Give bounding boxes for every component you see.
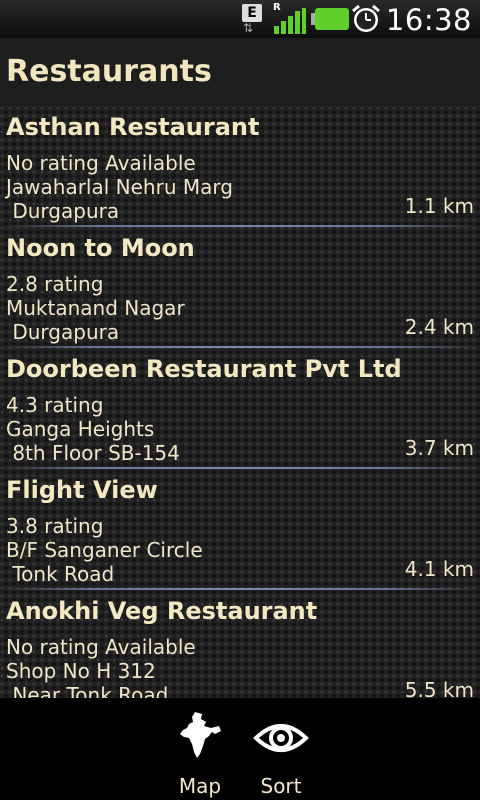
india-map-icon xyxy=(180,712,221,758)
title-bar: Restaurants xyxy=(0,38,480,106)
restaurant-distance: 2.4 km xyxy=(404,315,474,339)
restaurant-name: Flight View xyxy=(6,476,158,504)
restaurant-address-line1: Jawaharlal Nehru Marg xyxy=(6,175,233,199)
restaurant-rating: No rating Available xyxy=(6,635,196,659)
restaurant-rating: 3.8 rating xyxy=(6,514,104,538)
list-item[interactable]: Anokhi Veg Restaurant No rating Availabl… xyxy=(0,590,480,698)
signal-icon xyxy=(274,8,306,34)
alarm-clock-icon xyxy=(352,4,380,32)
list-item[interactable]: Doorbeen Restaurant Pvt Ltd 4.3 rating G… xyxy=(0,348,480,469)
restaurant-distance: 4.1 km xyxy=(404,557,474,581)
restaurant-address-line2: Durgapura xyxy=(6,199,120,223)
restaurant-distance: 5.5 km xyxy=(404,678,474,698)
page-title: Restaurants xyxy=(6,54,212,89)
status-time: 16:38 xyxy=(385,3,472,37)
restaurant-address-line2: Durgapura xyxy=(6,320,120,344)
list-item[interactable]: Asthan Restaurant No rating Available Ja… xyxy=(0,106,480,227)
restaurant-address-line1: B/F Sanganer Circle xyxy=(6,538,203,562)
restaurant-address-line1: Ganga Heights xyxy=(6,417,155,441)
restaurant-rating: No rating Available xyxy=(6,151,196,175)
restaurant-name: Anokhi Veg Restaurant xyxy=(6,597,318,625)
restaurant-list[interactable]: Asthan Restaurant No rating Available Ja… xyxy=(0,106,480,698)
restaurant-distance: 1.1 km xyxy=(404,194,474,218)
bottom-toolbar: Map Sort xyxy=(0,698,480,800)
eye-icon xyxy=(253,724,309,752)
restaurant-name: Asthan Restaurant xyxy=(6,113,260,141)
battery-icon xyxy=(311,8,349,30)
restaurant-address-line2: Tonk Road xyxy=(6,562,115,586)
data-arrows-icon: ⇅ xyxy=(243,21,254,35)
restaurant-address-line1: Shop No H 312 xyxy=(6,659,156,683)
sort-button[interactable]: Sort xyxy=(246,698,316,800)
restaurant-name: Noon to Moon xyxy=(6,234,195,262)
map-button[interactable]: Map xyxy=(165,698,235,800)
restaurant-rating: 2.8 rating xyxy=(6,272,104,296)
list-item[interactable]: Flight View 3.8 rating B/F Sanganer Circ… xyxy=(0,469,480,590)
restaurant-name: Doorbeen Restaurant Pvt Ltd xyxy=(6,355,402,383)
restaurant-address-line2: 8th Floor SB-154 xyxy=(6,441,180,465)
map-label: Map xyxy=(178,774,222,798)
restaurant-address-line2: Near Tonk Road xyxy=(6,683,169,698)
restaurant-rating: 4.3 rating xyxy=(6,393,104,417)
list-item[interactable]: Noon to Moon 2.8 rating Muktanand Nagar … xyxy=(0,227,480,348)
sort-label: Sort xyxy=(260,774,302,798)
restaurant-distance: 3.7 km xyxy=(404,436,474,460)
network-type-badge: E xyxy=(242,4,262,22)
restaurant-address-line1: Muktanand Nagar xyxy=(6,296,185,320)
status-bar: E ⇅ R 16:38 xyxy=(0,0,480,39)
